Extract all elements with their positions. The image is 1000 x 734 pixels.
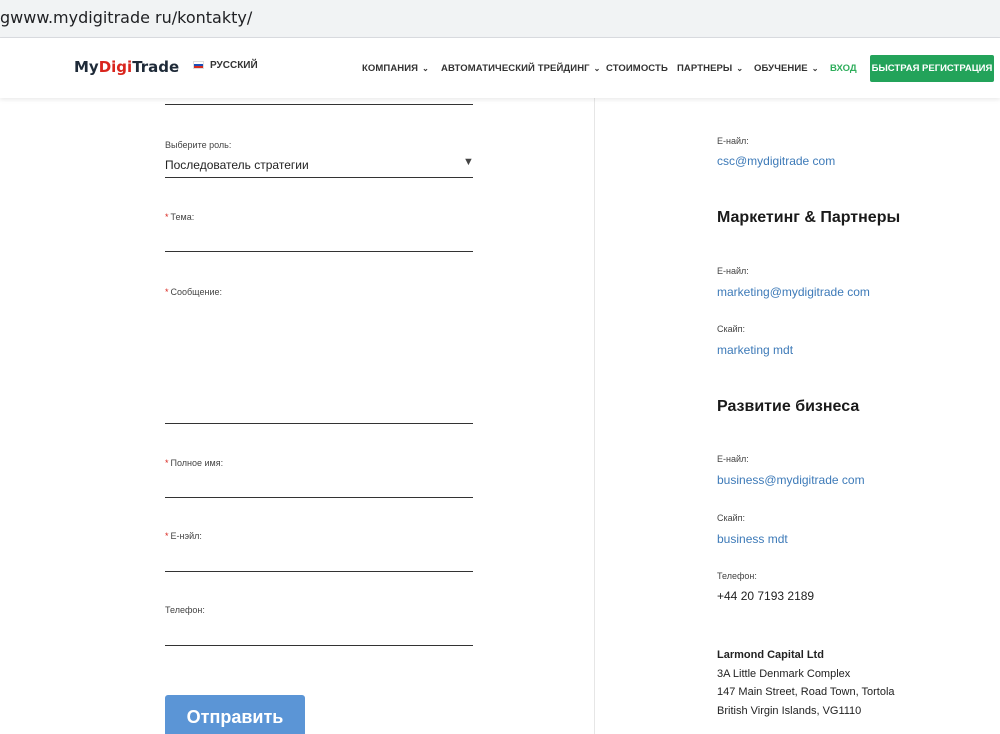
login-link[interactable]: ВХОД <box>830 63 857 74</box>
fullname-input[interactable] <box>165 497 473 498</box>
role-select[interactable]: Последователь стратегии <box>165 158 309 172</box>
language-label: РУССКИЙ <box>210 60 258 71</box>
chevron-down-icon: ⌄ <box>811 64 819 73</box>
site-logo[interactable]: MyDigiTrade <box>74 58 179 76</box>
business-phone-label: Телефон: <box>717 571 757 581</box>
submit-button[interactable]: Отправить <box>165 695 305 734</box>
nav-item-education[interactable]: ОБУЧЕНИЕ ⌄ <box>754 63 819 74</box>
business-heading: Развитие бизнеса <box>717 398 860 415</box>
chevron-down-icon: ⌄ <box>593 64 601 73</box>
business-skype-link[interactable]: business mdt <box>717 532 788 546</box>
browser-address-bar[interactable]: gwww.mydigitrade ru/kontakty/ <box>0 0 1000 38</box>
column-divider <box>594 98 595 734</box>
email-label: * Е-нэйл: <box>165 531 202 541</box>
subject-input[interactable] <box>165 251 473 252</box>
address-line-2: 147 Main Street, Road Town, Tortola <box>717 686 895 698</box>
role-select-underline <box>165 177 473 178</box>
marketing-skype-label: Скайп: <box>717 324 746 334</box>
site-header: MyDigiTrade РУССКИЙ КОМПАНИЯ ⌄ АВТОМАТИЧЕ… <box>0 38 1000 98</box>
phone-label: Телефон: <box>165 605 205 615</box>
marketing-heading: Маркетинг & Партнеры <box>717 209 901 226</box>
business-email-link[interactable]: business@mydigitrade com <box>717 473 865 487</box>
fullname-label: * Полное имя: <box>165 458 224 468</box>
support-email-link[interactable]: csc@mydigitrade com <box>717 154 835 168</box>
chevron-down-icon: ⌄ <box>736 64 744 73</box>
phone-input[interactable] <box>165 645 473 646</box>
message-label: * Сообщение: <box>165 287 222 297</box>
quick-registration-button[interactable]: БЫСТРАЯ РЕГИСТРАЦИЯ <box>870 55 994 82</box>
role-label: Выберите роль: <box>165 140 232 150</box>
nav-item-company[interactable]: КОМПАНИЯ ⌄ <box>362 63 429 74</box>
language-switcher[interactable]: РУССКИЙ <box>193 60 258 71</box>
dropdown-caret-icon[interactable]: ▼ <box>463 156 474 168</box>
support-email-label: Е-найл: <box>717 136 749 146</box>
previous-field-underline[interactable] <box>165 104 473 105</box>
marketing-email-label: Е-найл: <box>717 266 749 276</box>
nav-item-partners[interactable]: ПАРТНЕРЫ ⌄ <box>677 63 743 74</box>
business-email-label: Е-найл: <box>717 454 749 464</box>
chevron-down-icon: ⌄ <box>422 64 429 73</box>
email-input[interactable] <box>165 571 473 572</box>
business-phone: +44 20 7193 2189 <box>717 589 815 603</box>
subject-label: * Тема: <box>165 212 195 222</box>
url-text[interactable]: gwww.mydigitrade ru/kontakty/ <box>0 8 252 27</box>
business-skype-label: Скайп: <box>717 513 746 523</box>
company-name: Larmond Capital Ltd <box>717 649 824 661</box>
marketing-email-link[interactable]: marketing@mydigitrade com <box>717 285 870 299</box>
message-textarea[interactable] <box>165 423 473 424</box>
nav-item-auto-trading[interactable]: АВТОМАТИЧЕСКИЙ ТРЕЙДИНГ ⌄ <box>441 63 600 74</box>
address-line-3: British Virgin Islands, VG1110 <box>717 704 862 717</box>
company-address: Larmond Capital Ltd 3A Little Denmark Co… <box>717 646 895 720</box>
nav-item-pricing[interactable]: СТОИМОСТЬ <box>606 63 668 74</box>
russian-flag-icon <box>193 61 204 69</box>
address-line-1: 3A Little Denmark Complex <box>717 667 851 680</box>
marketing-skype-link[interactable]: marketing mdt <box>717 343 793 357</box>
